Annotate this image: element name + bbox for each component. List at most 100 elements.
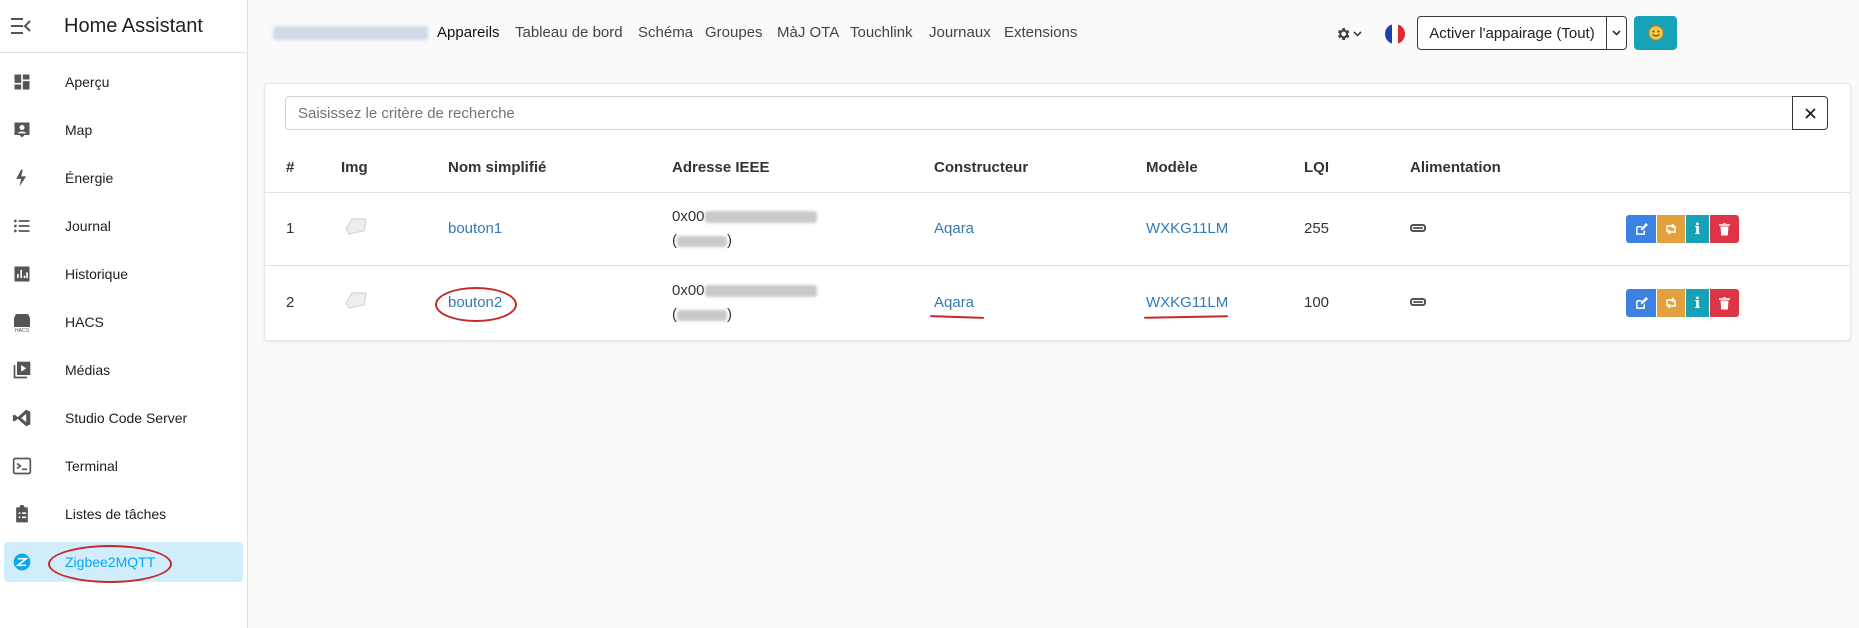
nav-dashboard[interactable]: Tableau de bord <box>515 24 623 41</box>
column-header-friendly-name[interactable]: Nom simplifié <box>448 159 546 176</box>
trash-icon <box>1719 296 1730 310</box>
column-header-index[interactable]: # <box>286 159 294 176</box>
info-button[interactable]: i <box>1686 289 1709 317</box>
hacs-icon: HACS <box>10 310 34 334</box>
vscode-icon <box>10 406 34 430</box>
nav-devices[interactable]: Appareils <box>437 24 500 41</box>
clear-search-button[interactable] <box>1792 96 1828 130</box>
permit-join-button[interactable]: Activer l'appairage (Tout) <box>1418 17 1607 49</box>
info-icon: i <box>1694 220 1701 238</box>
model-link[interactable]: WXKG11LM <box>1146 294 1228 311</box>
redacted-ieee <box>704 285 817 298</box>
sidebar-item-label: Terminal <box>65 458 118 474</box>
column-header-model[interactable]: Modèle <box>1146 159 1198 176</box>
sidebar-item-media[interactable]: Médias <box>4 350 243 390</box>
reconfigure-button[interactable] <box>1657 215 1685 243</box>
search-input[interactable] <box>285 96 1793 130</box>
lqi-value: 255 <box>1304 220 1330 237</box>
edit-icon <box>1635 296 1648 310</box>
info-button[interactable]: i <box>1686 215 1709 243</box>
column-header-lqi[interactable]: LQI <box>1304 159 1329 176</box>
clipboard-list-icon <box>10 502 34 526</box>
info-icon: i <box>1694 294 1701 312</box>
nav-ota[interactable]: MàJ OTA <box>777 24 839 41</box>
settings-dropdown[interactable] <box>1335 22 1363 46</box>
sidebar-item-map[interactable]: Map <box>4 110 243 150</box>
sidebar-item-label: HACS <box>65 314 104 330</box>
row-index: 2 <box>286 294 295 311</box>
sidebar-item-overview[interactable]: Aperçu <box>4 62 243 102</box>
model-link[interactable]: WXKG11LM <box>1146 220 1228 237</box>
row-index: 1 <box>286 220 295 237</box>
chevron-down-icon <box>1612 30 1621 36</box>
theme-toggle-button[interactable] <box>1634 16 1677 50</box>
delete-button[interactable] <box>1710 289 1739 317</box>
edit-button[interactable] <box>1626 289 1656 317</box>
sidebar-item-todo-lists[interactable]: Listes de tâches <box>4 494 243 534</box>
redacted-network-address <box>677 309 727 321</box>
ieee-address: 0x00 <box>672 282 817 299</box>
network-address: () <box>672 306 732 323</box>
nav-logs[interactable]: Journaux <box>929 24 991 41</box>
sidebar-item-label: Listes de tâches <box>65 506 167 522</box>
sidebar-item-logbook[interactable]: Journal <box>4 206 243 246</box>
redacted-ieee <box>704 211 817 224</box>
language-flag-icon[interactable] <box>1385 24 1405 44</box>
sidebar-item-history[interactable]: Historique <box>4 254 243 294</box>
redacted-network-address <box>677 235 727 247</box>
console-icon <box>10 454 34 478</box>
manufacturer-link[interactable]: Aqara <box>934 294 974 311</box>
smiley-icon <box>1648 25 1664 41</box>
ieee-address: 0x00 <box>672 208 817 225</box>
sidebar-item-hacs[interactable]: HACS HACS <box>4 302 243 342</box>
svg-text:HACS: HACS <box>15 328 30 333</box>
column-header-manufacturer[interactable]: Constructeur <box>934 159 1028 176</box>
sidebar-item-studio-code-server[interactable]: Studio Code Server <box>4 398 243 438</box>
column-header-img[interactable]: Img <box>341 159 368 176</box>
retweet-icon <box>1664 297 1678 309</box>
menu-open-icon[interactable] <box>10 18 32 34</box>
sidebar-header: Home Assistant <box>0 0 247 53</box>
close-icon <box>1804 107 1816 119</box>
reconfigure-button[interactable] <box>1657 289 1685 317</box>
trash-icon <box>1719 222 1730 236</box>
device-thumbnail <box>345 292 367 309</box>
divider <box>265 192 1850 193</box>
retweet-icon <box>1664 223 1678 235</box>
chevron-down-icon <box>1353 31 1362 37</box>
column-header-power[interactable]: Alimentation <box>1410 159 1501 176</box>
app-title: Home Assistant <box>64 14 203 37</box>
map-account-icon <box>10 118 34 142</box>
format-list-bulleted-icon <box>10 214 34 238</box>
annotation-circle-zigbee2mqtt <box>48 545 172 583</box>
zigbee-icon <box>10 550 34 574</box>
network-address: () <box>672 232 732 249</box>
play-box-multiple-icon <box>10 358 34 382</box>
redacted-brand <box>273 26 428 40</box>
nav-extensions[interactable]: Extensions <box>1004 24 1077 41</box>
gear-icon <box>1335 26 1351 42</box>
nav-map[interactable]: Schéma <box>638 24 693 41</box>
manufacturer-link[interactable]: Aqara <box>934 220 974 237</box>
dashboard-icon <box>10 70 34 94</box>
nav-groups[interactable]: Groupes <box>705 24 763 41</box>
nav-touchlink[interactable]: Touchlink <box>850 24 913 41</box>
sidebar-item-terminal[interactable]: Terminal <box>4 446 243 486</box>
sidebar-item-label: Médias <box>65 362 111 378</box>
sidebar-item-label: Énergie <box>65 170 114 186</box>
sidebar-item-label: Aperçu <box>65 74 110 90</box>
annotation-underline-model <box>1143 315 1229 319</box>
sidebar-item-label: Journal <box>65 218 111 234</box>
delete-button[interactable] <box>1710 215 1739 243</box>
lightning-bolt-icon <box>10 166 34 190</box>
device-name-link[interactable]: bouton1 <box>448 220 502 237</box>
permit-join-button-group: Activer l'appairage (Tout) <box>1417 16 1627 50</box>
edit-button[interactable] <box>1626 215 1656 243</box>
permit-join-dropdown-toggle[interactable] <box>1607 17 1626 49</box>
sidebar-item-label: Map <box>65 122 93 138</box>
battery-icon <box>1410 224 1426 232</box>
annotation-underline-manufacturer <box>929 315 985 319</box>
sidebar-item-energy[interactable]: Énergie <box>4 158 243 198</box>
devices-card: # Img Nom simplifié Adresse IEEE Constru… <box>264 83 1851 341</box>
column-header-ieee-address[interactable]: Adresse IEEE <box>672 159 770 176</box>
